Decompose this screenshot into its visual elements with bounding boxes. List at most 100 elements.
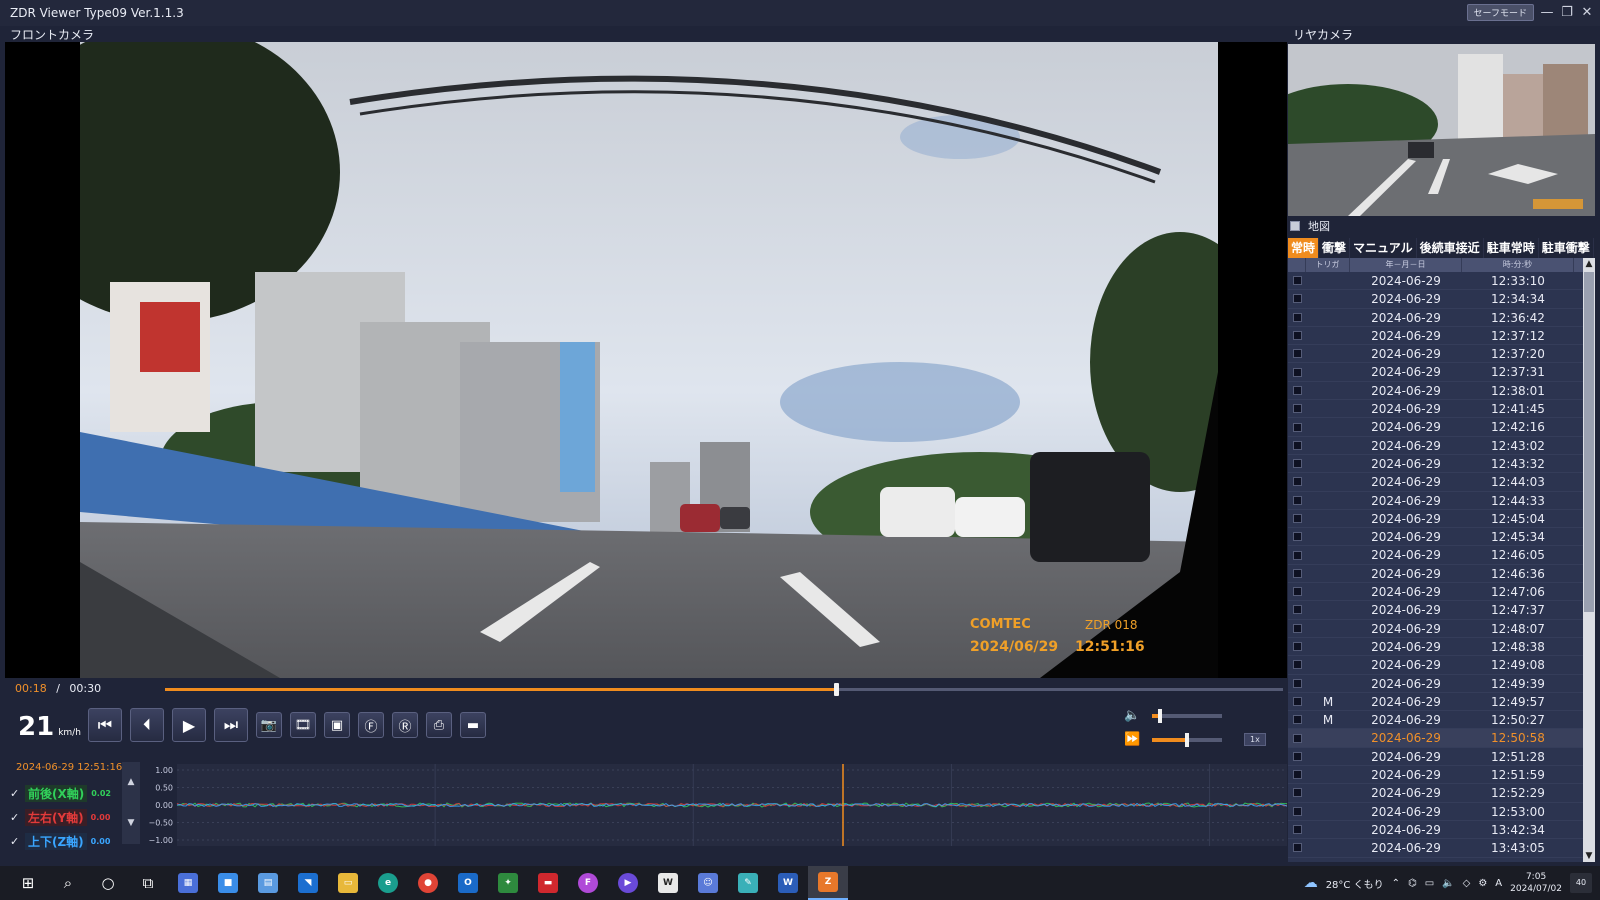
row-checkbox[interactable] [1288, 583, 1306, 600]
row-select-box[interactable] [1292, 367, 1302, 377]
settings-tray-icon[interactable]: ⚙ [1478, 878, 1487, 889]
row-select-box[interactable] [1292, 806, 1302, 816]
row-select-box[interactable] [1292, 294, 1302, 304]
table-row[interactable]: 2024-06-29 12:38:01 [1288, 382, 1595, 401]
row-checkbox[interactable] [1288, 711, 1306, 728]
row-select-box[interactable] [1292, 312, 1302, 322]
table-row[interactable]: 2024-06-29 12:48:07 [1288, 620, 1595, 638]
row-select-box[interactable] [1292, 587, 1302, 597]
dropbox-icon[interactable]: ◇ [1463, 878, 1471, 889]
table-row[interactable]: 2024-06-29 12:37:20 [1288, 345, 1595, 364]
row-select-box[interactable] [1292, 459, 1302, 469]
taskbar-app-pen-icon[interactable]: ✎ [728, 866, 768, 900]
row-select-box[interactable] [1292, 404, 1302, 414]
axis-check-icon[interactable]: ✓ [10, 788, 21, 799]
fast-forward-icon[interactable]: ⏩ [1124, 732, 1140, 747]
table-row[interactable]: 2024-06-29 12:45:34 [1288, 528, 1595, 547]
ime-icon[interactable]: A [1495, 878, 1502, 889]
row-checkbox[interactable] [1288, 437, 1306, 454]
gsensor-axis-x[interactable]: ✓ 前後(X軸) 0.02 [10, 781, 111, 805]
taskbar-app-explorer-icon[interactable]: ▭ [328, 866, 368, 900]
taskbar-app-store-icon[interactable]: ■ [208, 866, 248, 900]
table-row[interactable]: 2024-06-29 12:51:59 [1288, 766, 1595, 785]
scale-up-icon[interactable]: ▲ [122, 762, 140, 803]
front-camera-view[interactable]: COMTEC ZDR 018 2024/06/29 12:51:16 [5, 42, 1287, 678]
row-select-box[interactable] [1292, 642, 1302, 652]
tab-3[interactable]: 後続車接近 [1417, 238, 1484, 258]
skip-forward-button[interactable]: ⏭ [214, 708, 248, 742]
row-checkbox[interactable] [1288, 528, 1306, 545]
table-row[interactable]: 2024-06-29 12:48:38 [1288, 638, 1595, 657]
row-select-box[interactable] [1292, 843, 1302, 853]
table-row[interactable]: 2024-06-29 12:47:37 [1288, 601, 1595, 620]
row-checkbox[interactable] [1288, 455, 1306, 472]
taskbar-app-video-icon[interactable]: ▶ [608, 866, 648, 900]
gsensor-axis-y[interactable]: ✓ 左右(Y軸) 0.00 [10, 805, 111, 829]
row-select-box[interactable] [1292, 733, 1302, 743]
row-checkbox[interactable] [1288, 656, 1306, 673]
table-row[interactable]: 2024-06-29 12:53:00 [1288, 803, 1595, 821]
row-select-box[interactable] [1292, 751, 1302, 761]
row-checkbox[interactable] [1288, 473, 1306, 490]
taskbar-app-doc-icon[interactable]: W [648, 866, 688, 900]
front-view-button[interactable]: Ⓕ [358, 712, 384, 738]
restore-icon[interactable]: ❐ [1560, 5, 1574, 20]
row-checkbox[interactable] [1288, 492, 1306, 509]
header-trigger[interactable]: トリガ [1306, 258, 1350, 272]
table-row[interactable]: M 2024-06-29 12:50:27 [1288, 711, 1595, 730]
rate-slider[interactable] [1152, 732, 1222, 747]
print-button[interactable]: ⎙ [426, 712, 452, 738]
network-icon[interactable]: ⌬ [1408, 878, 1417, 889]
taskbar-app-chat-icon[interactable]: ☺ [688, 866, 728, 900]
row-checkbox[interactable] [1288, 327, 1306, 344]
table-row[interactable]: 2024-06-29 12:41:45 [1288, 400, 1595, 419]
tab-4[interactable]: 駐車常時 [1484, 238, 1539, 258]
row-select-box[interactable] [1292, 660, 1302, 670]
tab-1[interactable]: 衝撃 [1319, 238, 1351, 258]
row-checkbox[interactable] [1288, 839, 1306, 856]
taskbar-app-chrome-icon[interactable]: ● [408, 866, 448, 900]
row-checkbox[interactable] [1288, 546, 1306, 563]
row-select-box[interactable] [1292, 770, 1302, 780]
taskbar-app-edge-icon[interactable]: e [368, 866, 408, 900]
row-checkbox[interactable] [1288, 766, 1306, 783]
row-checkbox[interactable] [1288, 638, 1306, 655]
table-row[interactable]: M 2024-06-29 12:49:57 [1288, 693, 1595, 712]
row-select-box[interactable] [1292, 477, 1302, 487]
taskbar-app-zdr-icon[interactable]: Z [808, 866, 848, 900]
taskbar-app-tool-icon[interactable]: ◥ [288, 866, 328, 900]
safe-mode-button[interactable]: セーフモード [1466, 4, 1534, 21]
row-checkbox[interactable] [1288, 382, 1306, 399]
row-checkbox[interactable] [1288, 418, 1306, 435]
row-select-box[interactable] [1292, 349, 1302, 359]
folder-button[interactable]: ▬ [460, 712, 486, 738]
scroll-down-icon[interactable]: ▼ [1583, 850, 1595, 862]
rear-camera-view[interactable] [1288, 44, 1595, 216]
row-select-box[interactable] [1292, 422, 1302, 432]
table-row[interactable]: 2024-06-29 12:33:10 [1288, 272, 1595, 291]
row-checkbox[interactable] [1288, 309, 1306, 326]
clock[interactable]: 7:05 2024/07/02 [1510, 871, 1562, 895]
taskbar-app-green-icon[interactable]: ✦ [488, 866, 528, 900]
row-select-box[interactable] [1292, 825, 1302, 835]
table-row[interactable]: 2024-06-29 13:43:05 [1288, 839, 1595, 858]
row-checkbox[interactable] [1288, 748, 1306, 765]
cortana-icon[interactable]: ○ [88, 866, 128, 900]
row-checkbox[interactable] [1288, 803, 1306, 820]
taskbar-app-notes-icon[interactable]: ▤ [248, 866, 288, 900]
close-icon[interactable]: ✕ [1580, 5, 1594, 20]
axis-check-icon[interactable]: ✓ [10, 812, 21, 823]
row-select-box[interactable] [1292, 385, 1302, 395]
scroll-up-icon[interactable]: ▲ [1583, 258, 1595, 270]
row-select-box[interactable] [1292, 605, 1302, 615]
row-checkbox[interactable] [1288, 510, 1306, 527]
row-checkbox[interactable] [1288, 729, 1306, 746]
row-checkbox[interactable] [1288, 693, 1306, 710]
weather-text[interactable]: 28°C くもり [1326, 876, 1384, 891]
seek-handle[interactable] [833, 683, 839, 696]
table-row[interactable]: 2024-06-29 12:37:31 [1288, 363, 1595, 382]
row-select-box[interactable] [1292, 440, 1302, 450]
table-row[interactable]: 2024-06-29 12:45:04 [1288, 510, 1595, 529]
gsensor-scale-spinner[interactable]: ▲ ▼ [122, 762, 140, 844]
row-checkbox[interactable] [1288, 620, 1306, 637]
